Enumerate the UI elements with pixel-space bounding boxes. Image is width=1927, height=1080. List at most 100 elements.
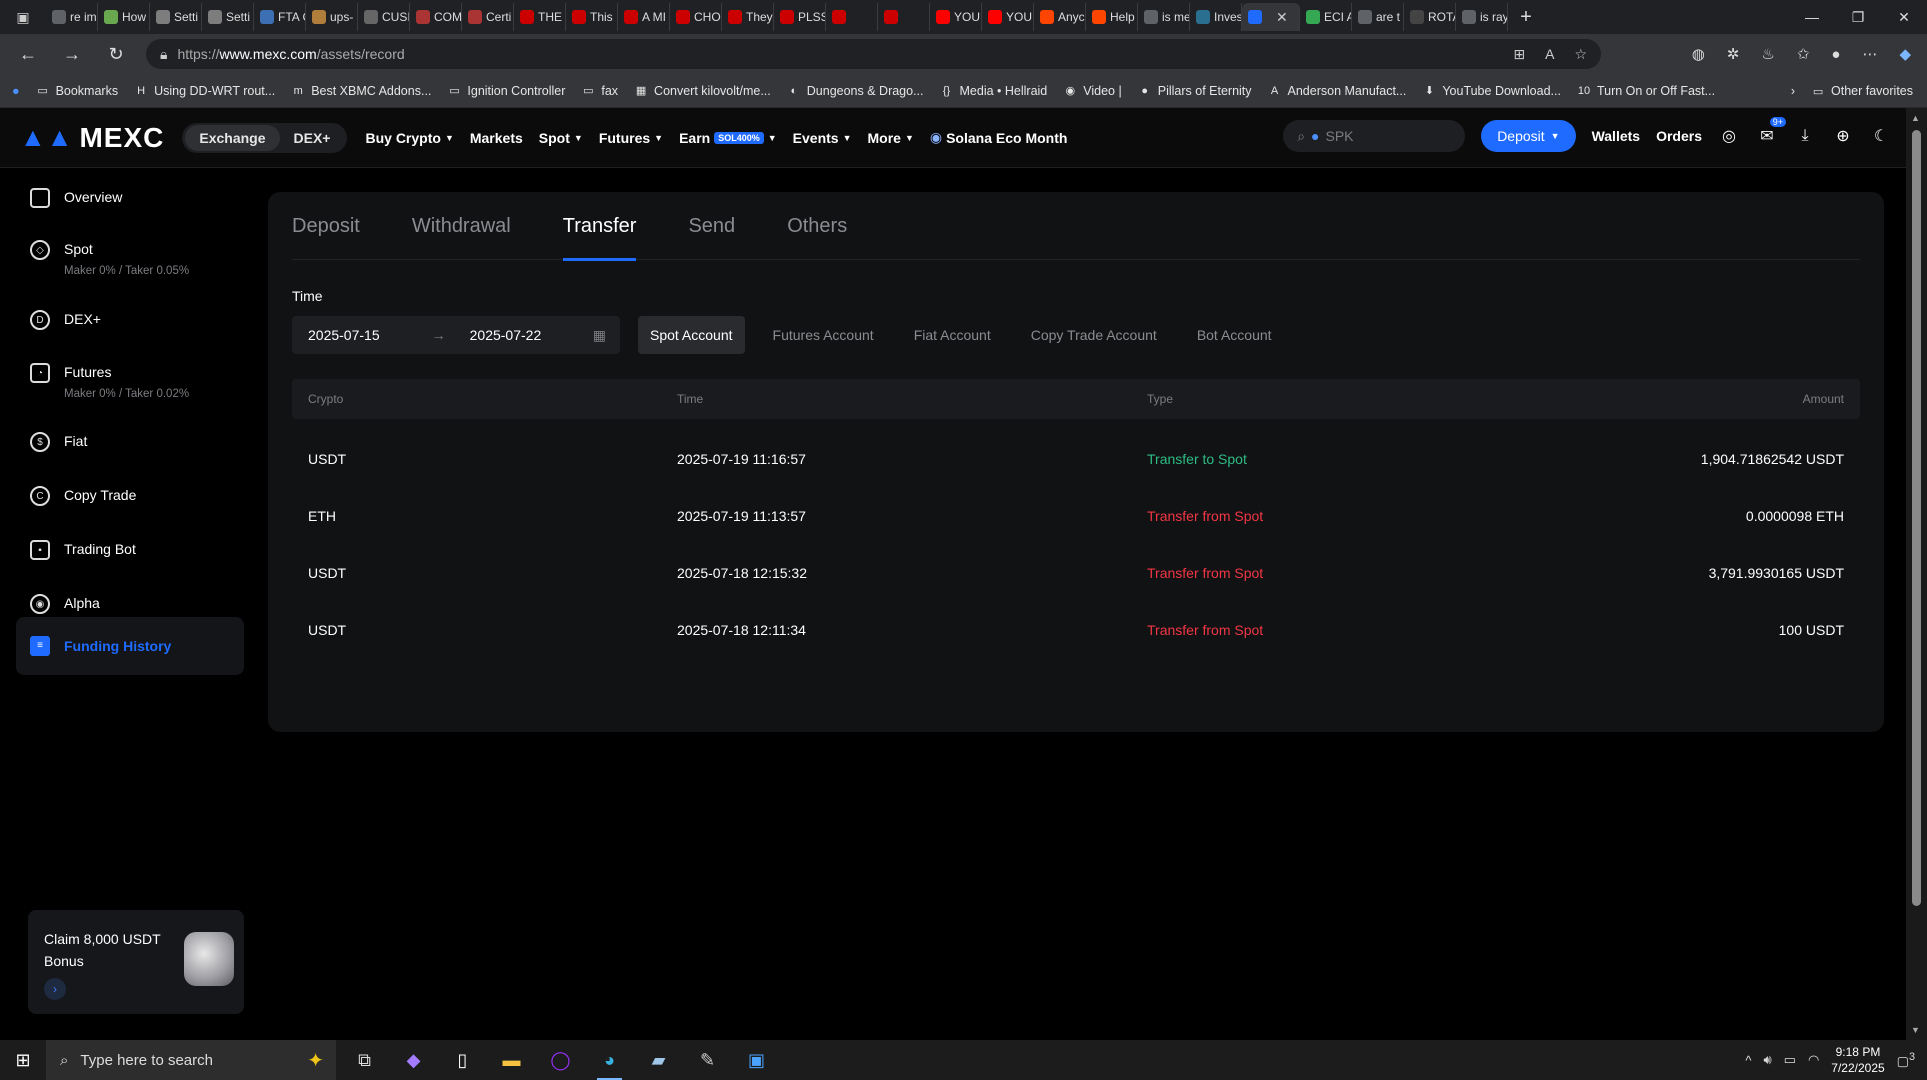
notification-icon[interactable]: ✉ 9+ — [1756, 117, 1786, 147]
paint-icon[interactable]: ✎ — [683, 1040, 732, 1080]
browser-tab[interactable]: COM — [410, 3, 462, 31]
bookmark-item[interactable]: H Using DD-WRT rout... — [134, 84, 275, 98]
nav-futures[interactable]: Futures ▼ — [599, 130, 663, 146]
browser-tab[interactable]: FTA C — [254, 3, 306, 31]
performance-icon[interactable]: ♨ — [1761, 45, 1774, 63]
nav-buy-crypto[interactable]: Buy Crypto ▼ — [365, 130, 453, 146]
notepad-icon[interactable]: ▯ — [438, 1040, 487, 1080]
back-icon[interactable]: ← — [6, 34, 50, 74]
cortana-icon[interactable]: ◯ — [536, 1040, 585, 1080]
nav-earn[interactable]: Earn SOL400% ▼ — [679, 130, 777, 146]
taskbar-search-input[interactable]: ⌕ Type here to search ✦ — [46, 1040, 336, 1080]
browser-tab[interactable] — [878, 3, 930, 31]
other-favorites[interactable]: ▭ Other favorites — [1811, 84, 1913, 98]
bookmark-item[interactable]: {} Media • Hellraid — [940, 84, 1047, 98]
browser-tab[interactable]: is ray — [1456, 3, 1508, 31]
restore-icon[interactable]: ❐ — [1835, 0, 1881, 34]
browser-tab[interactable]: Anyc — [1034, 3, 1086, 31]
app-available-icon[interactable]: ⊞ — [1513, 46, 1525, 63]
sidebar-item-fiat[interactable]: $ Fiat — [16, 423, 244, 462]
bookmark-item[interactable]: 10 Turn On or Off Fast... — [1577, 84, 1715, 98]
file-explorer-icon[interactable]: ▬ — [487, 1040, 536, 1080]
sidebar-item-funding-history[interactable]: ≡ Funding History — [16, 617, 244, 675]
browser-tab[interactable]: YOU — [982, 3, 1034, 31]
shield-extension-icon[interactable]: ● — [12, 84, 20, 98]
browser-tab[interactable]: PLSS — [774, 3, 826, 31]
wifi-icon[interactable]: ◠ — [1808, 1052, 1819, 1068]
sidebar-item-dex[interactable]: D DEX+ — [16, 301, 244, 340]
battery-icon[interactable]: ▭ — [1784, 1052, 1796, 1068]
tab-send[interactable]: Send — [688, 192, 735, 260]
bookmark-item[interactable]: ◉ Video | — [1063, 84, 1121, 98]
account-fiat[interactable]: Fiat Account — [902, 316, 1003, 354]
nav-events[interactable]: Events ▼ — [793, 130, 852, 146]
browser-tab[interactable]: Setti — [202, 3, 254, 31]
bookmark-item[interactable]: ● Pillars of Eternity — [1138, 84, 1251, 98]
nav-spot[interactable]: Spot ▼ — [539, 130, 583, 146]
windows-start-icon[interactable]: ⊞ — [0, 1040, 46, 1080]
edge-browser-icon[interactable]: ◕ — [585, 1040, 634, 1080]
bookmark-item[interactable]: ◐ Dungeons & Drago... — [787, 84, 923, 98]
browser-tab[interactable]: ✕ — [1242, 3, 1300, 31]
more-menu-icon[interactable]: ⋯ — [1862, 45, 1877, 63]
copilot-icon[interactable]: ◆ — [1899, 45, 1911, 63]
user-icon[interactable]: ◎ — [1718, 125, 1740, 147]
bookmark-item[interactable]: ⬇ YouTube Download... — [1422, 84, 1561, 98]
orders-link[interactable]: Orders — [1656, 128, 1702, 144]
bookmark-item[interactable]: ▭ Ignition Controller — [447, 84, 565, 98]
browser-tab[interactable] — [826, 3, 878, 31]
scroll-up-icon[interactable]: ▲ — [1911, 113, 1920, 123]
sidebar-item-copy-trade[interactable]: C Copy Trade — [16, 477, 244, 516]
date-range-picker[interactable]: 2025-07-15 → 2025-07-22 ▦ — [292, 316, 620, 354]
volume-icon[interactable]: 🔊︎ — [1763, 1052, 1771, 1068]
browser-tab[interactable]: THE — [514, 3, 566, 31]
tab-transfer[interactable]: Transfer — [562, 192, 636, 261]
photos-icon[interactable]: ▣ — [732, 1040, 781, 1080]
browser-tab[interactable]: ups- — [306, 3, 358, 31]
tab-actions-icon[interactable]: ▣ — [0, 0, 46, 34]
read-aloud-icon[interactable]: A — [1545, 46, 1554, 63]
bookmark-item[interactable]: ▭ Bookmarks — [36, 84, 118, 98]
profile-avatar[interactable]: ● — [1831, 46, 1840, 63]
dex-toggle[interactable]: DEX+ — [280, 125, 345, 151]
browser-tab[interactable]: Help — [1086, 3, 1138, 31]
browser-tab[interactable]: This — [566, 3, 618, 31]
favorite-star-icon[interactable]: ☆ — [1574, 46, 1587, 63]
bookmark-item[interactable]: ▦ Convert kilovolt/me... — [634, 84, 771, 98]
exchange-toggle[interactable]: Exchange — [185, 124, 280, 151]
account-bot[interactable]: Bot Account — [1185, 316, 1284, 354]
sidebar-item-futures[interactable]: ◔ Futures Maker 0% / Taker 0.02% — [16, 354, 244, 410]
sidebar-item-overview[interactable]: Overview — [16, 179, 244, 218]
download-icon[interactable]: ⤓ — [1794, 125, 1816, 147]
theme-moon-icon[interactable]: ☾ — [1870, 125, 1892, 147]
new-tab-button[interactable]: + — [1508, 6, 1544, 29]
deposit-button[interactable]: Deposit ▼ — [1481, 120, 1576, 152]
account-spot[interactable]: Spot Account — [638, 316, 745, 354]
bookmarks-overflow-icon[interactable]: › — [1791, 84, 1795, 98]
nav-more[interactable]: More ▼ — [868, 130, 914, 146]
scroll-thumb[interactable] — [1912, 130, 1921, 906]
browser-tab[interactable]: are t — [1352, 3, 1404, 31]
notification-center-icon[interactable]: ▢3 — [1897, 1051, 1915, 1069]
bonus-promo-card[interactable]: Claim 8,000 USDT Bonus › — [28, 910, 244, 1014]
browser-tab[interactable]: Certi — [462, 3, 514, 31]
copilot-app-icon[interactable]: ◆ — [389, 1040, 438, 1080]
chevron-up-icon[interactable]: ^ — [1745, 1053, 1751, 1068]
nav-markets[interactable]: Markets — [470, 130, 523, 146]
browser-tab[interactable]: CUSI — [358, 3, 410, 31]
url-input[interactable]: 🔒︎ https://www.mexc.com/assets/record ⊞ … — [146, 39, 1601, 69]
calendar-icon[interactable]: ▦ — [593, 327, 606, 344]
bookmark-item[interactable]: A Anderson Manufact... — [1268, 84, 1407, 98]
table-row[interactable]: USDT 2025-07-18 12:11:34 Transfer from Spo… — [292, 595, 1860, 665]
tab-withdrawal[interactable]: Withdrawal — [412, 192, 511, 260]
browser-tab[interactable]: re im — [46, 3, 98, 31]
browser-tab[interactable]: ECI A — [1300, 3, 1352, 31]
account-futures[interactable]: Futures Account — [761, 316, 886, 354]
sidebar-item-spot[interactable]: ◇ Spot Maker 0% / Taker 0.05% — [16, 231, 244, 287]
nav-solana-eco-month[interactable]: ◉ Solana Eco Month — [930, 129, 1068, 146]
refresh-icon[interactable]: ↻ — [94, 34, 138, 74]
extension-icon[interactable]: ◍ — [1692, 45, 1705, 63]
account-copy-trade[interactable]: Copy Trade Account — [1019, 316, 1169, 354]
scroll-down-icon[interactable]: ▼ — [1911, 1025, 1920, 1035]
app-icon[interactable]: ▰ — [634, 1040, 683, 1080]
